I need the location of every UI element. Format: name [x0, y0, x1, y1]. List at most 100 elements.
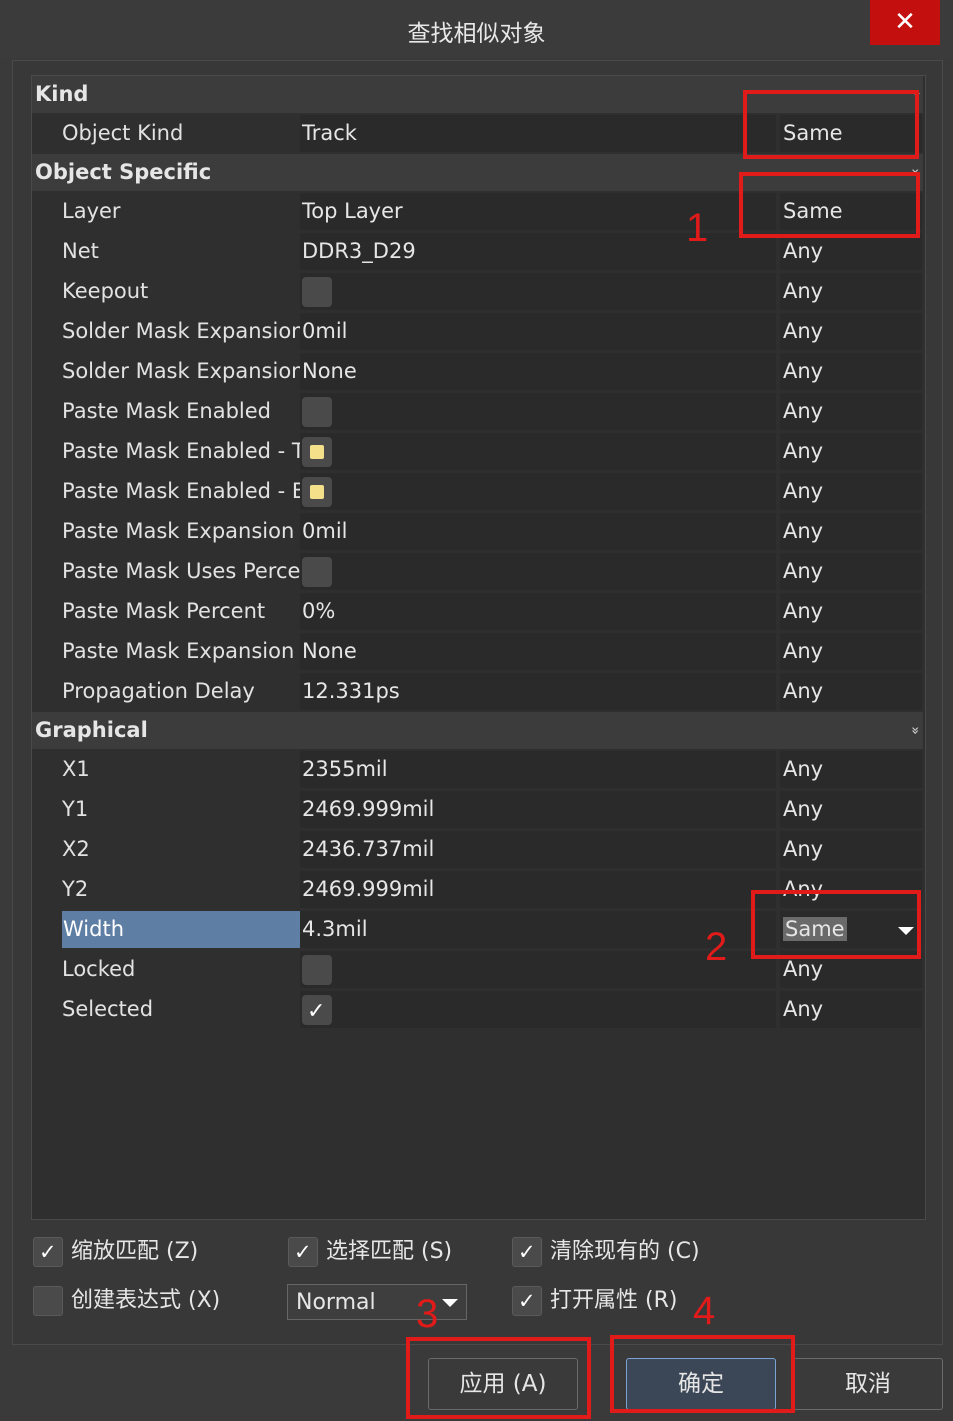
clear-existing-checkbox[interactable]: ✓ 清除现有的 (C)	[512, 1235, 732, 1269]
row-paste-mask-percent[interactable]: Paste Mask Percent 0% Any	[32, 593, 923, 630]
checkbox-box[interactable]	[33, 1286, 63, 1316]
annotation-box	[751, 890, 921, 959]
row-condition[interactable]: Any	[780, 553, 922, 590]
row-paste-mask-enabled[interactable]: Paste Mask Enabled Any	[32, 393, 923, 430]
row-name: Paste Mask Expansion	[62, 519, 295, 543]
row-name: Paste Mask Percent	[62, 599, 266, 623]
annotation-box	[406, 1337, 591, 1419]
zoom-match-checkbox[interactable]: ✓ 缩放匹配 (Z)	[33, 1235, 253, 1269]
paste-mask-bottom-checkbox[interactable]	[302, 477, 332, 507]
row-solder-mask-expansion-mode[interactable]: Solder Mask Expansion M None Any	[32, 353, 923, 390]
checkbox-box[interactable]: ✓	[288, 1237, 318, 1267]
row-value: None	[300, 353, 776, 390]
section-graphical[interactable]: Graphical »	[32, 712, 923, 749]
locked-checkbox[interactable]	[302, 955, 332, 985]
check-icon: ✓	[39, 1240, 57, 1264]
check-icon: ✓	[307, 999, 326, 1024]
row-condition[interactable]: Any	[780, 831, 922, 868]
row-condition[interactable]: Any	[780, 791, 922, 828]
create-expression-checkbox[interactable]: 创建表达式 (X)	[33, 1284, 253, 1318]
row-paste-mask-enabled-bottom[interactable]: Paste Mask Enabled - Bo Any	[32, 473, 923, 510]
row-name: Object Kind	[62, 121, 184, 145]
row-selected[interactable]: Selected ✓ Any	[32, 991, 923, 1028]
row-condition[interactable]: Any	[780, 273, 922, 310]
keepout-checkbox[interactable]	[302, 277, 332, 307]
check-icon: ✓	[518, 1289, 536, 1313]
chevron-down-icon	[442, 1299, 458, 1307]
row-name: Paste Mask Expansion M	[62, 639, 320, 663]
section-label: Graphical	[35, 718, 148, 742]
row-net[interactable]: Net DDR3_D29 Any	[32, 233, 923, 270]
row-value: 2469.999mil	[300, 871, 776, 908]
checkbox-label: 清除现有的 (C)	[550, 1239, 700, 1264]
selected-checkbox[interactable]: ✓	[302, 995, 332, 1025]
row-condition[interactable]: Any	[780, 593, 922, 630]
row-value: 12.331ps	[300, 673, 776, 710]
mode-select[interactable]: Normal	[287, 1284, 467, 1320]
annotation-box	[739, 172, 920, 238]
title-bar: 查找相似对象 ✕	[0, 0, 953, 58]
row-name: Y1	[62, 797, 89, 821]
row-condition[interactable]: Any	[780, 751, 922, 788]
checkbox-label: 选择匹配 (S)	[326, 1239, 453, 1264]
checkbox-box[interactable]: ✓	[512, 1286, 542, 1316]
paste-mask-enabled-checkbox[interactable]	[302, 397, 332, 427]
row-paste-mask-expansion-mode[interactable]: Paste Mask Expansion M None Any	[32, 633, 923, 670]
row-condition[interactable]: Any	[780, 473, 922, 510]
row-x1[interactable]: X1 2355mil Any	[32, 751, 923, 788]
collapse-chevron-icon[interactable]: »	[896, 726, 933, 735]
row-condition[interactable]: Any	[780, 433, 922, 470]
row-condition[interactable]: Any	[780, 991, 922, 1028]
row-value: None	[300, 633, 776, 670]
checkbox-box[interactable]: ✓	[512, 1237, 542, 1267]
row-value: 0mil	[300, 313, 776, 350]
row-name: Y2	[62, 877, 89, 901]
row-value: 2355mil	[300, 751, 776, 788]
row-value	[300, 393, 776, 430]
row-value: 0mil	[300, 513, 776, 550]
row-value	[300, 553, 776, 590]
checkbox-box[interactable]: ✓	[33, 1237, 63, 1267]
annotation-number: 1	[686, 206, 709, 250]
checkbox-label: 打开属性 (R)	[550, 1288, 678, 1313]
row-condition[interactable]: Any	[780, 313, 922, 350]
row-y1[interactable]: Y1 2469.999mil Any	[32, 791, 923, 828]
row-name: Keepout	[62, 279, 149, 303]
annotation-number: 3	[416, 1292, 439, 1336]
row-condition[interactable]: Any	[780, 353, 922, 390]
row-name: Width	[62, 911, 328, 948]
close-button[interactable]: ✕	[870, 0, 940, 45]
row-condition[interactable]: Any	[780, 633, 922, 670]
row-name: Paste Mask Enabled - To	[62, 439, 315, 463]
annotation-number: 2	[705, 925, 728, 969]
row-name: Paste Mask Uses Percent	[62, 559, 322, 583]
row-name: Paste Mask Enabled - Bo	[62, 479, 320, 503]
annotation-box	[610, 1335, 795, 1413]
annotation-number: 4	[693, 1289, 716, 1333]
row-value: 2436.737mil	[300, 831, 776, 868]
row-condition[interactable]: Any	[780, 673, 922, 710]
row-propagation-delay[interactable]: Propagation Delay 12.331ps Any	[32, 673, 923, 710]
row-value: 2469.999mil	[300, 791, 776, 828]
cancel-button[interactable]: 取消	[793, 1358, 943, 1410]
section-label: Object Specific	[35, 160, 212, 184]
paste-mask-top-checkbox[interactable]	[302, 437, 332, 467]
row-condition[interactable]: Any	[780, 393, 922, 430]
row-paste-mask-expansion[interactable]: Paste Mask Expansion 0mil Any	[32, 513, 923, 550]
paste-mask-uses-percent-checkbox[interactable]	[302, 557, 332, 587]
row-name: Paste Mask Enabled	[62, 399, 271, 423]
row-paste-mask-uses-percent[interactable]: Paste Mask Uses Percent Any	[32, 553, 923, 590]
row-keepout[interactable]: Keepout Any	[32, 273, 923, 310]
row-solder-mask-expansion[interactable]: Solder Mask Expansion 0mil Any	[32, 313, 923, 350]
select-match-checkbox[interactable]: ✓ 选择匹配 (S)	[288, 1235, 488, 1269]
checkbox-label: 创建表达式 (X)	[71, 1288, 221, 1313]
annotation-box	[743, 90, 919, 159]
row-name: Propagation Delay	[62, 679, 255, 703]
row-condition[interactable]: Any	[780, 513, 922, 550]
row-x2[interactable]: X2 2436.737mil Any	[32, 831, 923, 868]
row-name: X2	[62, 837, 90, 861]
row-paste-mask-enabled-top[interactable]: Paste Mask Enabled - To Any	[32, 433, 923, 470]
row-value: Track	[300, 115, 776, 152]
row-value	[300, 273, 776, 310]
row-condition[interactable]: Any	[780, 233, 922, 270]
